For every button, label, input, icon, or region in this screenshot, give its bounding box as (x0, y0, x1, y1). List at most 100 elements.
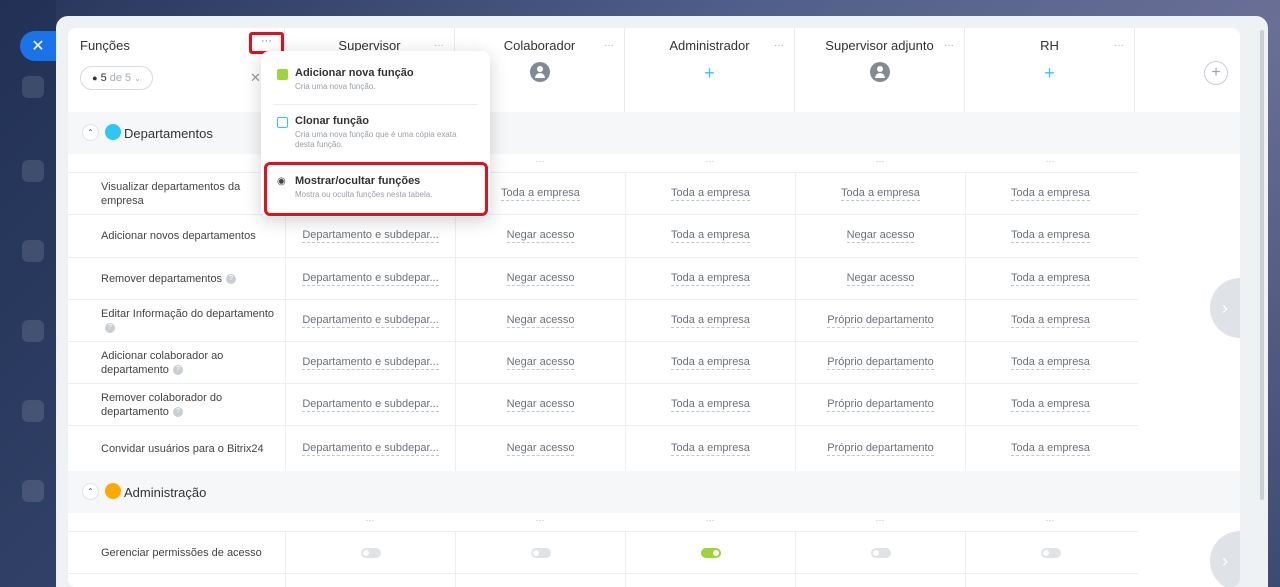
permission-toggle[interactable] (1040, 547, 1061, 558)
visible-roles-selector[interactable]: ● 5 de 5 ⌄ (80, 66, 153, 90)
panel-scrollbar[interactable] (1260, 30, 1264, 500)
permission-toggle[interactable] (360, 547, 381, 558)
permission-cell[interactable]: Toda a empresa (965, 215, 1135, 257)
role-menu-button[interactable]: ··· (604, 40, 614, 51)
cell-dots[interactable]: ··· (625, 515, 795, 525)
permission-cell[interactable]: Toda a empresa (965, 258, 1135, 299)
permission-cell[interactable]: Negar acesso (455, 258, 625, 299)
help-icon[interactable]: ? (172, 406, 183, 417)
help-icon[interactable]: ? (172, 364, 183, 375)
close-icon[interactable]: ✕ (250, 70, 261, 86)
permission-cell[interactable]: Próprio departamento (795, 300, 965, 341)
role-column-header: Administrador ··· + (625, 28, 795, 112)
table-row: Remover colaborador do departamento? Depa… (68, 383, 1138, 425)
permission-cell[interactable]: Departamento e subdepar... (285, 258, 455, 299)
menu-item-title: Clonar função (295, 115, 369, 127)
permission-cell[interactable]: Toda a empresa (625, 215, 795, 257)
permission-cell[interactable]: Negar acesso (795, 258, 965, 299)
help-icon[interactable]: ? (105, 322, 115, 333)
role-menu-button[interactable]: ··· (774, 40, 784, 51)
role-menu-button[interactable]: ··· (944, 40, 954, 51)
cell-dots[interactable]: ··· (625, 156, 795, 166)
permission-label: Editar Informação do departamento? (101, 307, 275, 333)
role-menu-button[interactable]: ··· (434, 40, 444, 51)
section-departments: ⌃ Departamentos (68, 112, 1240, 154)
table-row: Remover departamentos? Departamento e sub… (68, 257, 1138, 299)
permission-cell[interactable]: Toda a empresa (965, 426, 1135, 471)
permission-cell[interactable]: Departamento e subdepar... (285, 342, 455, 383)
clone-icon (277, 117, 288, 128)
permission-cell[interactable]: Toda a empresa (965, 173, 1135, 214)
permission-cell[interactable]: Toda a empresa (965, 342, 1135, 383)
section-title: Administração (124, 485, 207, 500)
roles-title: Funções (80, 38, 130, 53)
permission-cell[interactable]: Próprio departamento (795, 426, 965, 471)
role-column-header: RH ··· + (965, 28, 1135, 112)
role-name[interactable]: Supervisor adjunto (795, 38, 964, 53)
permission-cell (455, 574, 625, 587)
permission-cell[interactable]: Toda a empresa (625, 342, 795, 383)
user-avatar-icon[interactable] (529, 62, 550, 82)
permission-label: Convidar usuários para o Bitrix24 (101, 442, 264, 455)
add-member-icon[interactable]: + (1041, 64, 1059, 82)
permission-cell (965, 532, 1135, 573)
add-role-button[interactable]: + (1204, 61, 1228, 85)
scroll-right-button[interactable]: › (1210, 531, 1240, 587)
permission-cell[interactable]: Toda a empresa (625, 258, 795, 299)
permission-cell (285, 574, 455, 587)
section-title: Departamentos (124, 126, 213, 141)
cell-dots[interactable]: ··· (285, 515, 455, 525)
role-menu-button[interactable]: ··· (1114, 40, 1124, 51)
collapse-icon[interactable]: ⌃ (82, 483, 99, 500)
permission-cell[interactable]: Toda a empresa (625, 426, 795, 471)
add-member-icon[interactable]: + (701, 64, 719, 82)
help-icon[interactable]: ? (226, 273, 237, 284)
permission-cell (455, 532, 625, 573)
permission-cell[interactable]: Negar acesso (455, 300, 625, 341)
permission-cell[interactable]: Departamento e subdepar... (285, 384, 455, 425)
permission-cell[interactable]: Negar acesso (795, 215, 965, 257)
permission-cell[interactable]: Próprio departamento (795, 384, 965, 425)
roles-header-cell: Funções ··· ● 5 de 5 ⌄ ✕ (68, 28, 285, 112)
permission-cell[interactable]: Toda a empresa (965, 300, 1135, 341)
column-dots-row: ··············· (68, 156, 1138, 172)
permission-cell (965, 574, 1135, 587)
role-name[interactable]: RH (965, 38, 1134, 53)
permission-cell[interactable]: Departamento e subdepar... (285, 426, 455, 471)
permission-cell[interactable]: Negar acesso (455, 342, 625, 383)
permission-label: Remover departamentos? (101, 258, 281, 299)
permission-cell[interactable]: Toda a empresa (795, 173, 965, 214)
permission-cell[interactable]: Departamento e subdepar... (285, 300, 455, 341)
permission-cell[interactable]: Próprio departamento (795, 342, 965, 383)
permission-cell[interactable]: Toda a empresa (965, 384, 1135, 425)
group-avatar-icon[interactable] (869, 62, 890, 82)
table-row: Convidar usuários para o Bitrix24 Departa… (68, 425, 1138, 471)
permission-cell (795, 532, 965, 573)
permission-cell[interactable]: Negar acesso (455, 215, 625, 257)
slider-panel: Funções ··· ● 5 de 5 ⌄ ✕ Supervisor ··· Co… (56, 16, 1268, 587)
cell-dots[interactable]: ··· (965, 156, 1135, 166)
role-name[interactable]: Administrador (625, 38, 794, 53)
cell-dots[interactable]: ··· (455, 515, 625, 525)
menu-item-clone-role[interactable]: Clonar função Cria uma nova função que é… (261, 105, 490, 159)
menu-item-desc: Cria uma nova função que é uma cópia exa… (295, 130, 457, 149)
permission-cell[interactable]: Negar acesso (455, 426, 625, 471)
administration-icon (105, 483, 121, 499)
permission-toggle[interactable] (700, 547, 721, 558)
permission-cell[interactable]: Departamento e subdepar... (285, 215, 455, 257)
permission-cell[interactable]: Toda a empresa (625, 384, 795, 425)
cell-dots[interactable]: ··· (965, 515, 1135, 525)
close-slider-button[interactable]: ✕ (20, 31, 56, 61)
table-header: Funções ··· ● 5 de 5 ⌄ ✕ Supervisor ··· Co… (68, 28, 1240, 112)
scroll-right-button[interactable]: › (1210, 278, 1240, 338)
cell-dots[interactable]: ··· (795, 156, 965, 166)
cell-dots[interactable]: ··· (795, 515, 965, 525)
collapse-icon[interactable]: ⌃ (82, 124, 99, 141)
permission-toggle[interactable] (870, 547, 891, 558)
permission-toggle[interactable] (530, 547, 551, 558)
permission-cell[interactable]: Negar acesso (455, 384, 625, 425)
permission-cell (625, 574, 795, 587)
menu-item-add-role[interactable]: Adicionar nova função Cria uma nova funç… (261, 57, 490, 105)
permission-cell[interactable]: Toda a empresa (625, 300, 795, 341)
permission-cell[interactable]: Toda a empresa (625, 173, 795, 214)
